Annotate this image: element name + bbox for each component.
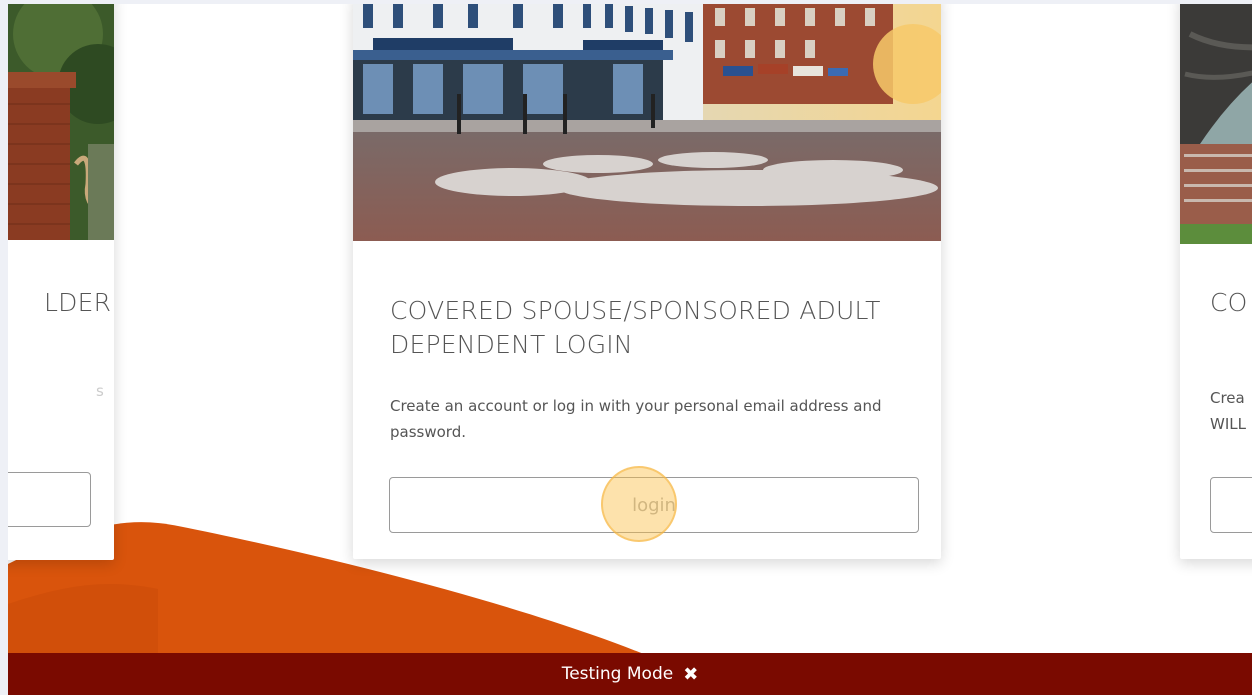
click-indicator <box>601 466 677 542</box>
third-card-text-line1: Crea <box>1210 389 1245 407</box>
covered-spouse-card-title: COVERED SPOUSE/SPONSORED ADULT DEPENDENT… <box>390 296 881 359</box>
testing-mode-bar: Testing Mode ✖ <box>8 653 1252 695</box>
third-card-login-button[interactable] <box>1210 477 1252 533</box>
account-holder-card-text: s <box>96 382 104 400</box>
third-login-card: CO Crea WILL <box>1180 4 1252 559</box>
account-holder-login-button[interactable] <box>8 472 91 527</box>
covered-spouse-card-description: Create an account or log in with your pe… <box>390 397 882 441</box>
third-card-title: CO <box>1210 288 1248 317</box>
page-background: LDER s COVERED SPOUSE/SPONSORED ADULT DE… <box>8 4 1252 695</box>
account-holder-card: LDER s <box>8 4 114 560</box>
testing-mode-label: Testing Mode <box>561 664 674 684</box>
street-corner-image <box>353 4 941 241</box>
covered-spouse-card: COVERED SPOUSE/SPONSORED ADULT DEPENDENT… <box>353 4 941 559</box>
close-icon[interactable]: ✖ <box>683 664 698 685</box>
stadium-image <box>1180 4 1252 244</box>
campus-gate-image <box>8 4 114 240</box>
account-holder-card-title: LDER <box>44 288 112 317</box>
third-card-text-line2: WILL <box>1210 415 1246 433</box>
